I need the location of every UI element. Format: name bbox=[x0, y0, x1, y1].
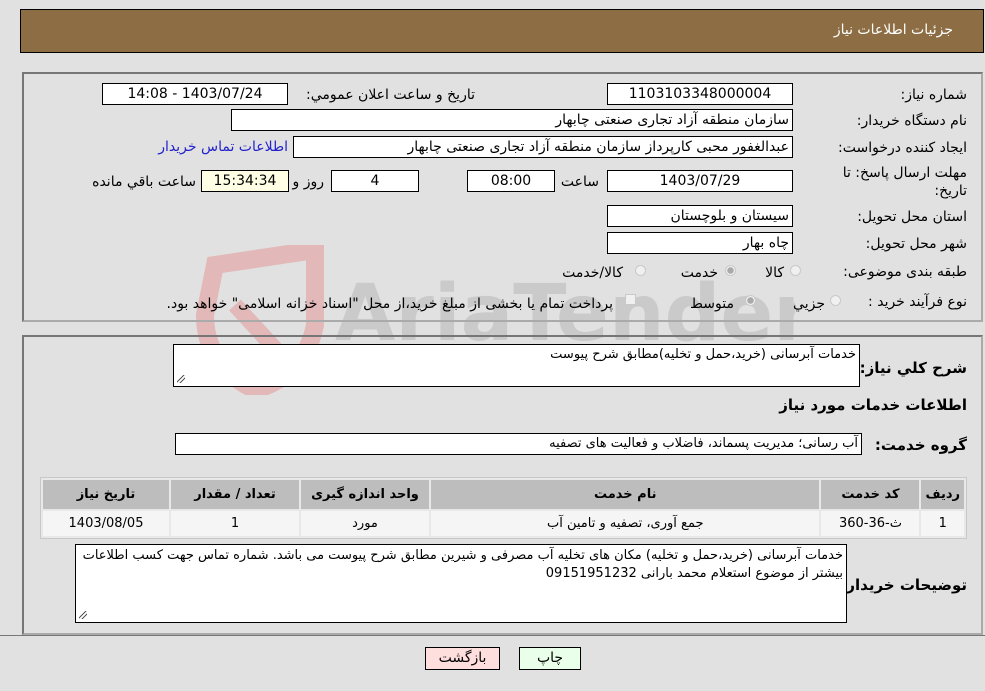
cell-unit: مورد bbox=[301, 511, 429, 536]
buyer-contact-link[interactable]: اطلاعات تماس خریدار bbox=[158, 139, 288, 155]
back-button[interactable]: بازگشت bbox=[425, 647, 500, 670]
service-group-label: گروه خدمت: bbox=[874, 436, 967, 454]
province-label: استان محل تحویل: bbox=[857, 209, 967, 225]
deadline-label: مهلت ارسال پاسخ: تا تاریخ: bbox=[842, 165, 967, 199]
process-option-minor: جزيي bbox=[793, 296, 825, 312]
days-label: روز و bbox=[292, 174, 325, 190]
time-remaining-field: 15:34:34 bbox=[201, 170, 289, 192]
category-radio-service[interactable] bbox=[725, 265, 736, 276]
need-number-label: شماره نیاز: bbox=[900, 87, 968, 103]
process-option-medium: متوسط bbox=[690, 296, 734, 312]
col-need-date: تاريخ نياز bbox=[43, 480, 169, 509]
resize-grip-icon[interactable] bbox=[177, 375, 185, 383]
announce-date-field[interactable]: 1403/07/24 - 14:08 bbox=[102, 83, 288, 105]
col-row-number: رديف bbox=[921, 480, 964, 509]
service-group-field[interactable]: آب رسانی؛ مدیریت پسماند، فاضلاب و فعالیت… bbox=[175, 433, 862, 455]
category-option-service: خدمت bbox=[680, 265, 718, 281]
print-button[interactable]: چاپ bbox=[519, 647, 581, 670]
page-header: جزئیات اطلاعات نیاز bbox=[20, 9, 984, 53]
buyer-notes-textarea[interactable]: خدمات آبرسانی (خرید،حمل و تخلیه) مکان ها… bbox=[75, 544, 847, 623]
process-label: نوع فرآیند خرید : bbox=[868, 294, 967, 310]
general-desc-text: خدمات آبرسانی (خرید،حمل و تخلیه)مطابق شر… bbox=[550, 347, 856, 362]
services-heading: اطلاعات خدمات مورد نياز bbox=[779, 396, 967, 414]
buyer-notes-label: توضیحات خریدار: bbox=[840, 576, 967, 594]
province-field[interactable]: سیستان و بلوچستان bbox=[607, 205, 793, 227]
remaining-label: ساعت باقي مانده bbox=[92, 174, 196, 190]
category-option-goods-service: کالا/خدمت bbox=[562, 265, 623, 281]
treasury-checkbox[interactable] bbox=[625, 294, 636, 305]
need-number-field[interactable]: 1103103348000004 bbox=[607, 83, 793, 105]
city-field[interactable]: چاه بهار bbox=[607, 232, 793, 254]
cell-row-number: 1 bbox=[921, 511, 964, 536]
general-desc-label: شرح کلي نياز: bbox=[859, 359, 967, 377]
cell-quantity: 1 bbox=[171, 511, 299, 536]
table-header-row: رديف کد خدمت نام خدمت واحد اندازه گيری ت… bbox=[43, 480, 964, 509]
announce-date-label: تاریخ و ساعت اعلان عمومي: bbox=[306, 87, 475, 103]
deadline-time-label: ساعت bbox=[560, 174, 599, 190]
col-quantity: تعداد / مقدار bbox=[171, 480, 299, 509]
buyer-org-field[interactable]: سازمان منطقه آزاد تجاری صنعتی چابهار bbox=[231, 109, 793, 131]
cell-service-name: جمع آوری، تصفیه و تامین آب bbox=[431, 511, 820, 536]
footer-divider bbox=[0, 635, 985, 636]
process-radio-minor[interactable] bbox=[830, 295, 841, 306]
category-radio-goods-service[interactable] bbox=[635, 265, 646, 276]
table-row: 1 ث-36-360 جمع آوری، تصفیه و تامین آب مو… bbox=[43, 511, 964, 536]
col-service-code: کد خدمت bbox=[821, 480, 920, 509]
buyer-org-label: نام دستگاه خریدار: bbox=[856, 113, 967, 129]
creator-label: ایجاد کننده درخواست: bbox=[838, 140, 967, 156]
general-desc-textarea[interactable]: خدمات آبرسانی (خرید،حمل و تخلیه)مطابق شر… bbox=[173, 344, 860, 387]
col-unit: واحد اندازه گيری bbox=[301, 480, 429, 509]
category-label: طبقه بندی موضوعی: bbox=[843, 264, 967, 280]
category-radio-goods[interactable] bbox=[790, 265, 801, 276]
process-radio-medium[interactable] bbox=[745, 295, 756, 306]
deadline-date-field[interactable]: 1403/07/29 bbox=[607, 170, 793, 192]
category-option-goods: کالا bbox=[765, 265, 784, 281]
deadline-time-field[interactable]: 08:00 bbox=[467, 170, 555, 192]
creator-field[interactable]: عبدالغفور محبی کارپرداز سازمان منطقه آزا… bbox=[293, 136, 793, 158]
days-remaining-field[interactable]: 4 bbox=[331, 170, 419, 192]
cell-service-code: ث-36-360 bbox=[821, 511, 920, 536]
page-title: جزئیات اطلاعات نیاز bbox=[833, 22, 953, 38]
col-service-name: نام خدمت bbox=[431, 480, 820, 509]
cell-need-date: 1403/08/05 bbox=[43, 511, 169, 536]
services-table: رديف کد خدمت نام خدمت واحد اندازه گيری ت… bbox=[40, 477, 967, 539]
treasury-checkbox-label: پرداخت تمام یا بخشی از مبلغ خرید،از محل … bbox=[166, 296, 613, 312]
buyer-notes-text: خدمات آبرسانی (خرید،حمل و تخلیه) مکان ها… bbox=[82, 548, 843, 581]
resize-grip-icon[interactable] bbox=[79, 611, 87, 619]
city-label: شهر محل تحویل: bbox=[865, 236, 967, 252]
